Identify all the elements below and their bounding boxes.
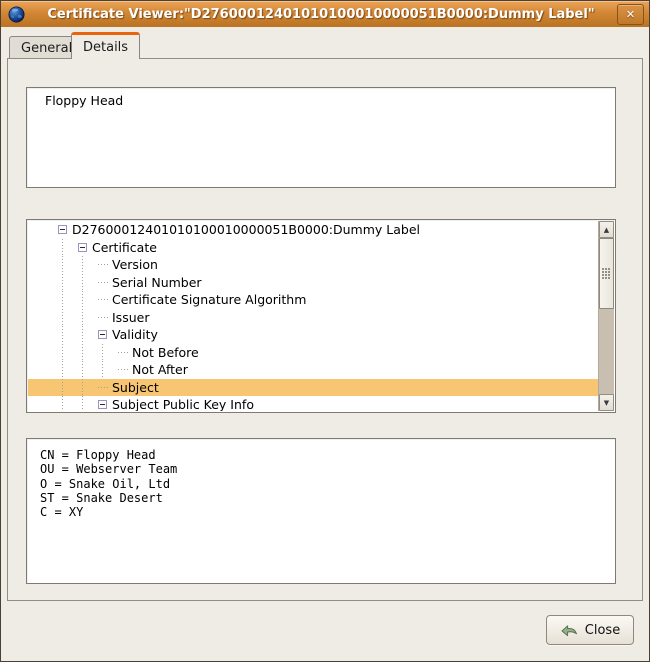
tree-row[interactable]: Version bbox=[28, 256, 599, 274]
tree-label: Issuer bbox=[112, 310, 149, 325]
tree-indent-guide bbox=[78, 361, 98, 379]
tree-expander-icon[interactable] bbox=[98, 400, 107, 409]
tree-row[interactable]: Subject bbox=[28, 379, 599, 397]
tree-indent-guide bbox=[58, 344, 78, 362]
tree-indent-guide bbox=[78, 379, 98, 397]
tree-row[interactable]: Serial Number bbox=[28, 274, 599, 292]
globe-icon bbox=[8, 6, 25, 23]
certificate-viewer-window: Certificate Viewer:"D2760001240101010001… bbox=[0, 0, 650, 662]
tree-indent-guide bbox=[58, 256, 78, 274]
tree-label: Certificate Signature Algorithm bbox=[112, 292, 306, 307]
scrollbar-down-icon[interactable]: ▼ bbox=[599, 394, 614, 411]
tree-indent-guide bbox=[78, 344, 98, 362]
tree-indent-guide bbox=[78, 274, 98, 292]
tree-row[interactable]: Validity bbox=[28, 326, 599, 344]
tree-label: D27600012401010100010000051B0000:Dummy L… bbox=[72, 222, 420, 237]
tree-row[interactable]: Subject Public Key Info bbox=[28, 396, 599, 411]
close-button-label: Close bbox=[585, 623, 620, 638]
tree-indent-guide bbox=[98, 361, 118, 379]
tree-indent-guide bbox=[78, 396, 98, 411]
tree-indent-guide bbox=[58, 239, 78, 257]
window-close-button[interactable]: ✕ bbox=[617, 4, 644, 25]
tree-connector bbox=[98, 387, 108, 388]
close-button[interactable]: Close bbox=[546, 615, 634, 645]
scrollbar-grip bbox=[602, 268, 611, 279]
scrollbar-up-icon[interactable]: ▲ bbox=[599, 221, 614, 238]
tree-connector bbox=[118, 369, 128, 370]
tree-expander-icon[interactable] bbox=[98, 330, 107, 339]
field-value-box[interactable]: CN = Floppy Head OU = Webserver Team O =… bbox=[26, 438, 616, 584]
window-title: Certificate Viewer:"D2760001240101010001… bbox=[25, 7, 617, 22]
hierarchy-item[interactable]: Floppy Head bbox=[27, 88, 615, 108]
tree-label: Certificate bbox=[92, 240, 157, 255]
tree-indent-guide bbox=[98, 344, 118, 362]
tree-row[interactable]: D27600012401010100010000051B0000:Dummy L… bbox=[28, 221, 599, 239]
tree-indent-guide bbox=[78, 291, 98, 309]
tree-row[interactable]: Issuer bbox=[28, 309, 599, 327]
tree-connector bbox=[98, 264, 108, 265]
tree-indent-guide bbox=[58, 274, 78, 292]
tree-label: Version bbox=[112, 257, 158, 272]
tree-row[interactable]: Certificate Signature Algorithm bbox=[28, 291, 599, 309]
tree-indent-guide bbox=[58, 361, 78, 379]
tree-row[interactable]: Not Before bbox=[28, 344, 599, 362]
tree-connector bbox=[98, 317, 108, 318]
tab-general-label: General bbox=[21, 41, 72, 56]
tree-indent-guide bbox=[58, 309, 78, 327]
certificate-hierarchy-list[interactable]: Floppy Head bbox=[26, 87, 616, 188]
tree-connector bbox=[118, 352, 128, 353]
tree-connector bbox=[98, 282, 108, 283]
tree-expander-icon[interactable] bbox=[58, 225, 67, 234]
tree-indent-guide bbox=[78, 256, 98, 274]
certificate-fields-box: D27600012401010100010000051B0000:Dummy L… bbox=[26, 219, 616, 413]
titlebar[interactable]: Certificate Viewer:"D2760001240101010001… bbox=[1, 1, 649, 27]
tree-indent-guide bbox=[58, 326, 78, 344]
tree-connector bbox=[98, 299, 108, 300]
tree-indent-guide bbox=[58, 396, 78, 411]
tree-indent-guide bbox=[78, 326, 98, 344]
tree-expander-icon[interactable] bbox=[78, 243, 87, 252]
tree-label: Subject Public Key Info bbox=[112, 397, 254, 411]
tree-label: Validity bbox=[112, 327, 158, 342]
tree-label: Not After bbox=[132, 362, 188, 377]
tree-scrollbar[interactable]: ▲ ▼ bbox=[598, 221, 614, 411]
tree-label: Subject bbox=[112, 380, 159, 395]
scrollbar-thumb[interactable] bbox=[599, 238, 614, 309]
tab-details[interactable]: Details bbox=[71, 32, 140, 59]
close-arrow-icon bbox=[560, 623, 579, 638]
tree-indent-guide bbox=[58, 291, 78, 309]
tree-row[interactable]: Certificate bbox=[28, 239, 599, 257]
field-value-text: CN = Floppy Head OU = Webserver Team O =… bbox=[27, 439, 615, 519]
tree-indent-guide bbox=[78, 309, 98, 327]
tree-row[interactable]: Not After bbox=[28, 361, 599, 379]
tree-label: Not Before bbox=[132, 345, 199, 360]
tab-details-label: Details bbox=[83, 40, 128, 55]
certificate-fields-tree: D27600012401010100010000051B0000:Dummy L… bbox=[28, 221, 599, 411]
tree-indent-guide bbox=[58, 379, 78, 397]
tree-label: Serial Number bbox=[112, 275, 202, 290]
